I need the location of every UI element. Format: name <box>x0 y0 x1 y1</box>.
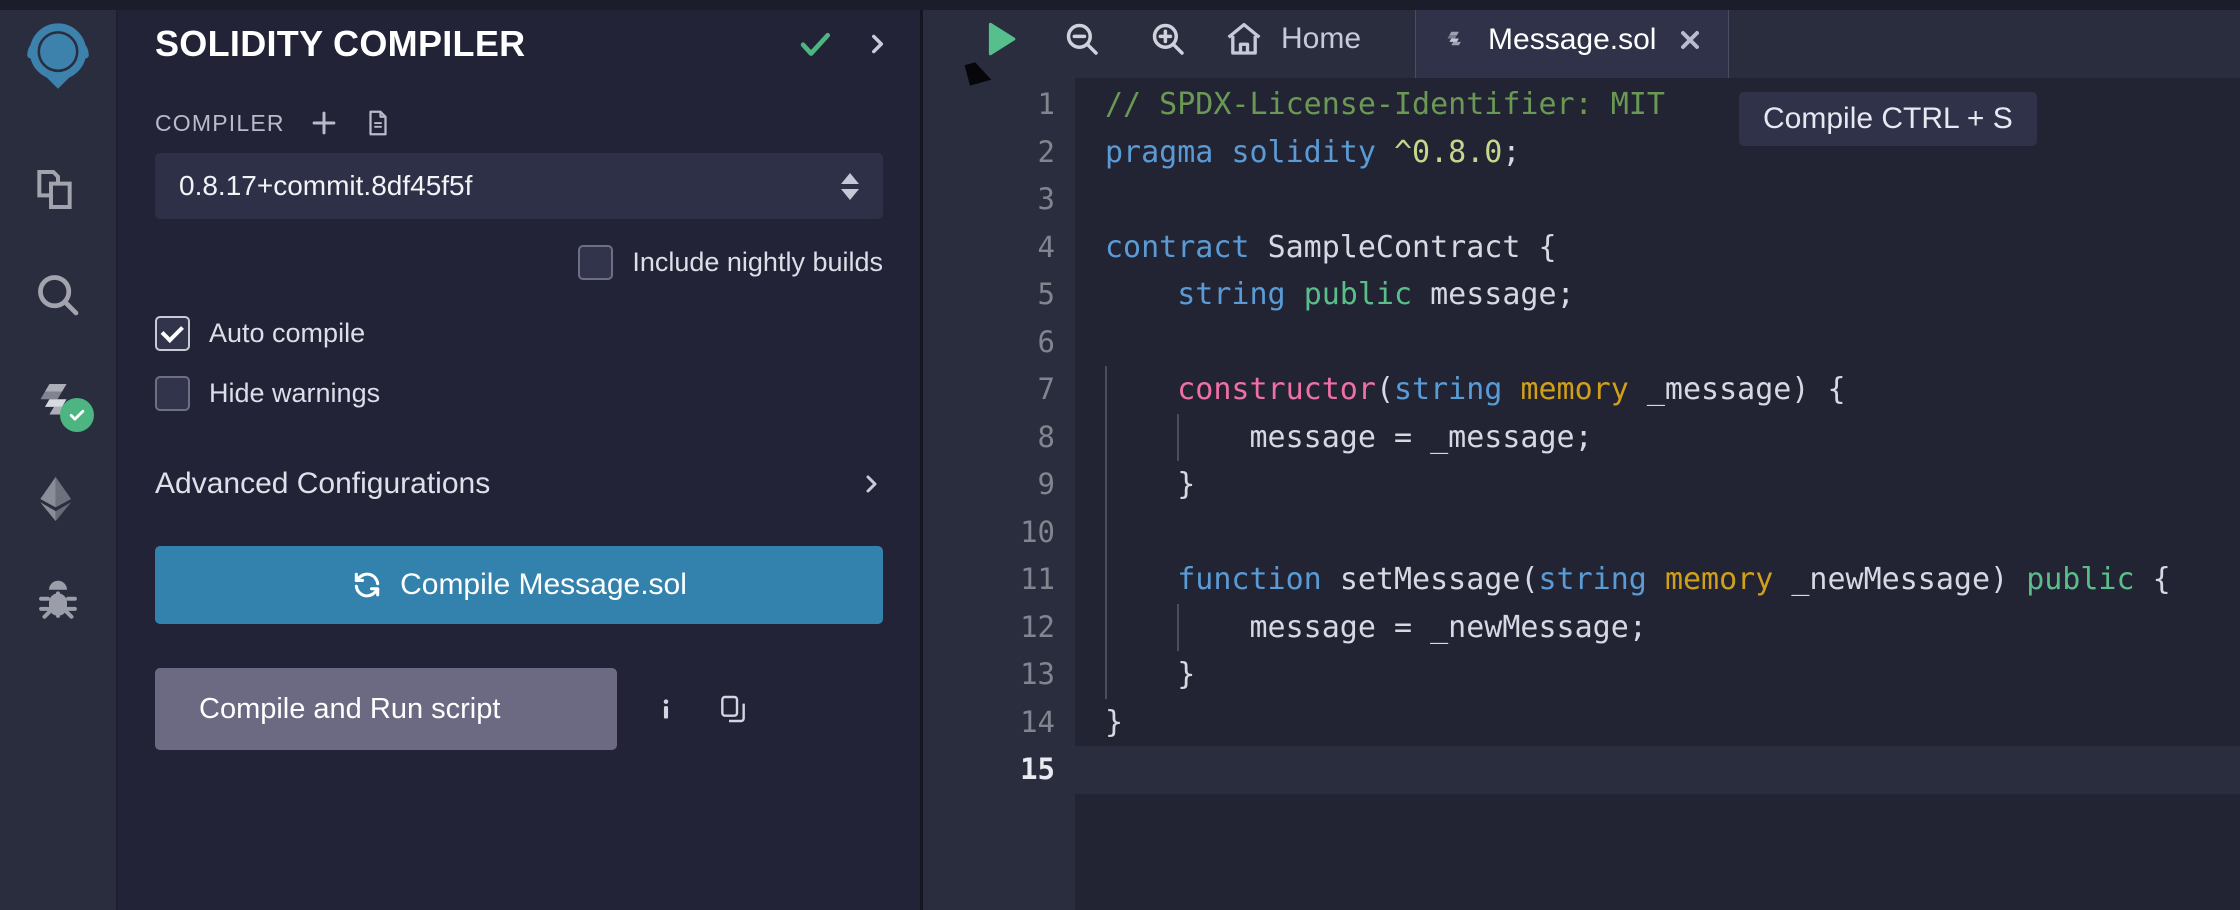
code-line: } <box>1075 699 2240 747</box>
deploy-run-icon[interactable] <box>8 448 108 550</box>
line-number: 9 <box>923 461 1075 509</box>
line-number: 7 <box>923 366 1075 414</box>
run-row-icons <box>653 692 749 726</box>
checkbox-list: Auto compile Hide warnings <box>155 316 883 411</box>
compiler-version-select[interactable]: 0.8.17+commit.8df45f5f <box>155 153 883 219</box>
window-top-strip <box>0 0 2240 10</box>
compiler-version-value: 0.8.17+commit.8df45f5f <box>179 170 841 202</box>
chevron-right-icon[interactable] <box>864 27 890 61</box>
line-number: 1 <box>923 81 1075 129</box>
line-number-current: 15 <box>923 746 1075 794</box>
line-number: 12 <box>923 604 1075 652</box>
search-icon[interactable] <box>8 244 108 346</box>
checkbox-label: Auto compile <box>209 318 365 349</box>
code-line: function setMessage(string memory _newMe… <box>1075 556 2240 604</box>
checkbox-box[interactable] <box>155 376 190 411</box>
code-line: pragma solidity ^0.8.0; <box>1075 129 2240 177</box>
home-label: Home <box>1281 22 1361 56</box>
line-number: 14 <box>923 699 1075 747</box>
code-line: } <box>1075 651 2240 699</box>
refresh-icon <box>351 569 383 601</box>
home-icon <box>1223 18 1265 60</box>
close-icon[interactable] <box>1676 26 1704 54</box>
check-icon <box>796 25 834 63</box>
compile-tooltip: Compile CTRL + S <box>1739 92 2037 146</box>
panel-header: SOLIDITY COMPILER <box>118 0 920 88</box>
zoom-out-icon[interactable] <box>1039 0 1125 78</box>
compiler-success-badge <box>60 398 94 432</box>
line-number: 4 <box>923 224 1075 272</box>
line-number: 11 <box>923 556 1075 604</box>
tab-message-sol[interactable]: Message.sol <box>1415 0 1729 78</box>
line-number: 6 <box>923 319 1075 367</box>
line-number-gutter: 1 2 3 4 5 6 7 8 9 10 11 12 13 14 15 <box>923 78 1075 910</box>
tab-label: Message.sol <box>1488 23 1656 57</box>
line-number: 3 <box>923 176 1075 224</box>
checkbox-label: Include nightly builds <box>632 247 883 278</box>
editor-empty-space <box>1075 842 2240 910</box>
copy-icon[interactable] <box>717 692 749 726</box>
editor-area: Home Message.sol <box>923 0 2240 910</box>
editor-toolbar: Home Message.sol <box>923 0 2240 78</box>
file-icon[interactable] <box>363 106 393 140</box>
solidity-file-icon <box>1442 24 1468 56</box>
chevron-right-icon[interactable] <box>859 468 883 500</box>
line-number: 8 <box>923 414 1075 462</box>
page-title: SOLIDITY COMPILER <box>155 23 796 65</box>
checkbox-box[interactable] <box>155 316 190 351</box>
panel-body: COMPILER 0.8.17+commit.8df45f5f <box>118 106 920 750</box>
debugger-icon[interactable] <box>8 550 108 652</box>
solidity-compiler-icon[interactable] <box>8 346 108 448</box>
code-line <box>1075 509 2240 557</box>
line-number: 10 <box>923 509 1075 557</box>
file-explorer-icon[interactable] <box>8 142 108 244</box>
code-line: message = _newMessage; <box>1075 604 2240 652</box>
plus-icon[interactable] <box>307 106 341 140</box>
checkbox-hide-warnings[interactable]: Hide warnings <box>155 376 883 411</box>
code-line-current <box>1075 746 2240 794</box>
compile-and-run-script-button[interactable]: Compile and Run script <box>155 668 617 750</box>
line-number: 2 <box>923 129 1075 177</box>
code-lines[interactable]: // SPDX-License-Identifier: MIT pragma s… <box>1075 78 2240 910</box>
compile-button[interactable]: Compile Message.sol <box>155 546 883 624</box>
compile-button-label: Compile Message.sol <box>400 568 687 602</box>
compiler-label: COMPILER <box>155 110 285 137</box>
icon-rail <box>0 0 118 910</box>
solidity-compiler-panel: SOLIDITY COMPILER COMPILER <box>118 0 923 910</box>
compiler-label-row: COMPILER <box>155 106 883 140</box>
code-line: contract SampleContract { <box>1075 224 2240 272</box>
checkbox-label: Hide warnings <box>209 378 380 409</box>
advanced-configurations-toggle[interactable]: Advanced Configurations <box>155 467 883 501</box>
line-number: 13 <box>923 651 1075 699</box>
remix-ide-window: SOLIDITY COMPILER COMPILER <box>0 0 2240 910</box>
code-editor[interactable]: 1 2 3 4 5 6 7 8 9 10 11 12 13 14 15 // S… <box>923 78 2240 910</box>
info-icon[interactable] <box>653 692 679 726</box>
zoom-in-icon[interactable] <box>1125 0 1211 78</box>
checkbox-box[interactable] <box>578 245 613 280</box>
line-number: 5 <box>923 271 1075 319</box>
checkbox-auto-compile[interactable]: Auto compile <box>155 316 883 351</box>
code-line <box>1075 176 2240 224</box>
remix-logo-icon[interactable] <box>8 8 108 108</box>
spinner-up-down-icon[interactable] <box>841 173 859 200</box>
home-button[interactable]: Home <box>1211 0 1383 78</box>
code-line: constructor(string memory _message) { <box>1075 366 2240 414</box>
code-line: // SPDX-License-Identifier: MIT <box>1075 81 2240 129</box>
checkbox-include-nightly-builds[interactable]: Include nightly builds <box>155 245 883 280</box>
advanced-configurations-label: Advanced Configurations <box>155 467 859 501</box>
code-line <box>1075 319 2240 367</box>
code-line: message = _message; <box>1075 414 2240 462</box>
code-line: string public message; <box>1075 271 2240 319</box>
run-script-row: Compile and Run script <box>155 668 883 750</box>
code-line: } <box>1075 461 2240 509</box>
